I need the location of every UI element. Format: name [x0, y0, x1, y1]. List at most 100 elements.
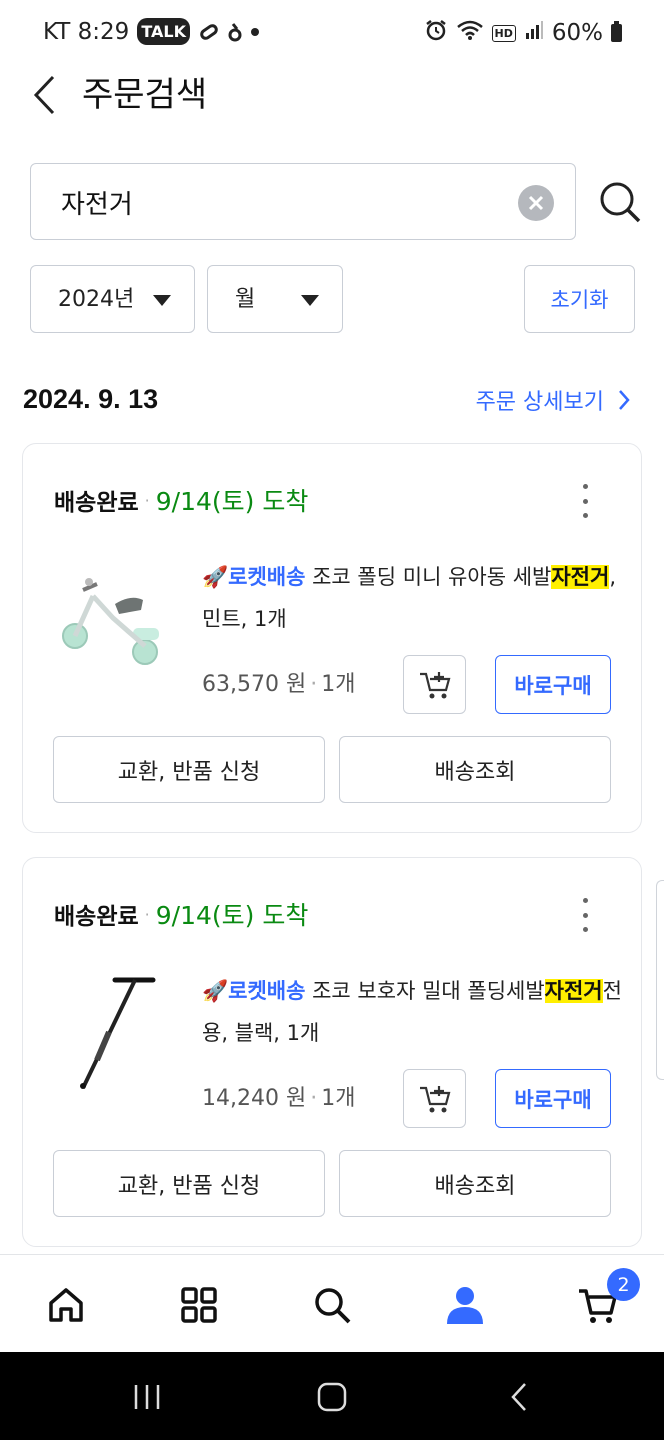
more-dot-icon — [582, 898, 588, 903]
price-line: 63,570 원 · 1개 — [202, 666, 355, 698]
search-highlight: 자전거 — [544, 979, 603, 1003]
search-box — [30, 163, 576, 240]
status-bar: KT 8:29 TALK HD 60% — [0, 0, 664, 66]
more-dot-icon — [582, 498, 588, 504]
month-select[interactable]: 월 — [207, 265, 343, 333]
exchange-return-button[interactable]: 교환, 반품 신청 — [53, 736, 325, 803]
status-left: KT 8:29 TALK — [43, 18, 260, 45]
exchange-return-button[interactable]: 교환, 반품 신청 — [53, 1150, 325, 1217]
alarm-icon — [424, 18, 448, 48]
tricycle-image — [62, 578, 159, 665]
separator-dot: · — [144, 490, 150, 510]
more-options-button[interactable] — [575, 898, 595, 932]
signal-icon — [524, 20, 544, 46]
order-detail-label: 주문 상세보기 — [475, 390, 604, 415]
order-detail-link[interactable]: 주문 상세보기 — [476, 384, 630, 416]
product-quantity: 1개 — [321, 672, 356, 697]
home-square-icon — [317, 1382, 347, 1412]
price-line: 14,240 원 · 1개 — [202, 1080, 355, 1112]
search-button[interactable] — [596, 178, 644, 226]
kakaotalk-icon: TALK — [137, 18, 190, 45]
system-navigation-bar — [0, 1352, 664, 1440]
order-date: 2024. 9. 13 — [23, 384, 159, 414]
more-options-button[interactable] — [575, 484, 595, 518]
status-label: 배송완료 — [54, 904, 139, 930]
nav-search[interactable] — [304, 1277, 360, 1333]
battery-icon — [611, 21, 622, 42]
more-dot-icon — [582, 927, 588, 932]
arrival-date: 9/14(토) 도착 — [155, 901, 309, 930]
arrival-date: 9/14(토) 도착 — [155, 487, 309, 516]
app-notification-icon — [228, 21, 242, 43]
order-date-row: 2024. 9. 13 주문 상세보기 — [0, 380, 664, 424]
product-thumbnail[interactable] — [53, 970, 173, 1090]
product-price: 14,240 원 — [202, 1086, 307, 1111]
track-delivery-button[interactable]: 배송조회 — [339, 1150, 611, 1217]
search-icon — [315, 1288, 351, 1324]
cart-count-badge: 2 — [607, 1268, 640, 1301]
add-to-cart-button[interactable] — [403, 655, 466, 714]
clear-search-button[interactable] — [518, 185, 554, 221]
cart-plus-icon — [419, 671, 450, 698]
dropdown-arrow-icon — [301, 295, 319, 306]
back-button[interactable] — [24, 72, 64, 118]
wifi-icon — [456, 19, 484, 47]
rocket-delivery-badge: 🚀로켓배송 — [202, 565, 306, 589]
separator-dot: · — [310, 672, 318, 697]
my-account-icon — [447, 1287, 483, 1324]
chevron-right-icon — [619, 390, 630, 410]
dropdown-arrow-icon — [153, 295, 171, 306]
more-dot-icon — [582, 513, 588, 518]
hd-voice-icon: HD — [491, 24, 516, 42]
home-system-button[interactable] — [309, 1374, 355, 1420]
buy-now-button[interactable]: 바로구매 — [495, 655, 611, 714]
nav-my-account[interactable] — [437, 1277, 493, 1333]
chevron-left-icon — [33, 75, 55, 115]
product-quantity: 1개 — [321, 1086, 356, 1111]
rocket-delivery-badge: 🚀로켓배송 — [202, 979, 306, 1003]
more-notifications-icon — [250, 27, 260, 37]
carrier-time: KT 8:29 — [43, 18, 130, 45]
year-select-value: 2024년 — [58, 287, 135, 312]
status-label: 배송완료 — [54, 490, 139, 516]
separator-dot: · — [310, 1086, 318, 1111]
month-select-value: 월 — [235, 287, 256, 312]
back-chevron-icon — [511, 1383, 526, 1411]
order-item-card: 배송완료 · 9/14(토) 도착 🚀로켓배송 조코 보호자 밀대 폴딩세발자전… — [22, 857, 642, 1247]
nav-category[interactable] — [171, 1277, 227, 1333]
more-dot-icon — [582, 912, 588, 918]
delivery-status: 배송완료 · 9/14(토) 도착 — [54, 482, 308, 518]
search-input[interactable] — [61, 182, 511, 222]
reset-button[interactable]: 초기화 — [524, 265, 635, 333]
push-bar-image — [80, 977, 156, 1089]
track-delivery-button[interactable]: 배송조회 — [339, 736, 611, 803]
page-title: 주문검색 — [82, 75, 208, 115]
product-thumbnail[interactable] — [53, 556, 173, 676]
product-price: 63,570 원 — [202, 672, 307, 697]
scroll-handle[interactable] — [656, 880, 664, 1080]
product-name-text: 조코 폴딩 미니 유아동 세발 — [305, 565, 552, 589]
category-grid-icon — [181, 1287, 217, 1323]
recent-apps-icon — [134, 1385, 160, 1409]
magnifier-icon — [600, 182, 641, 223]
recent-apps-button[interactable] — [124, 1374, 170, 1420]
home-icon — [49, 1288, 83, 1322]
order-item-card: 배송완료 · 9/14(토) 도착 🚀로켓배송 조코 폴딩 미니 유아동 세발자… — [22, 443, 642, 833]
status-right: HD 60% — [424, 18, 622, 48]
nav-home[interactable] — [38, 1277, 94, 1333]
header: 주문검색 — [0, 66, 664, 128]
back-system-button[interactable] — [496, 1374, 542, 1420]
bottom-navigation — [0, 1254, 664, 1352]
product-name[interactable]: 🚀로켓배송 조코 폴딩 미니 유아동 세발자전거, 민트, 1개 — [202, 556, 622, 640]
more-dot-icon — [582, 484, 588, 489]
product-name[interactable]: 🚀로켓배송 조코 보호자 밀대 폴딩세발자전거전용, 블랙, 1개 — [202, 970, 622, 1054]
link-icon — [198, 21, 220, 43]
buy-now-button[interactable]: 바로구매 — [495, 1069, 611, 1128]
battery-text: 60% — [551, 20, 603, 46]
delivery-status: 배송완료 · 9/14(토) 도착 — [54, 896, 308, 932]
year-select[interactable]: 2024년 — [30, 265, 195, 333]
separator-dot: · — [144, 904, 150, 924]
close-icon — [528, 195, 544, 211]
product-name-text: 조코 보호자 밀대 폴딩세발 — [305, 979, 545, 1003]
add-to-cart-button[interactable] — [403, 1069, 466, 1128]
